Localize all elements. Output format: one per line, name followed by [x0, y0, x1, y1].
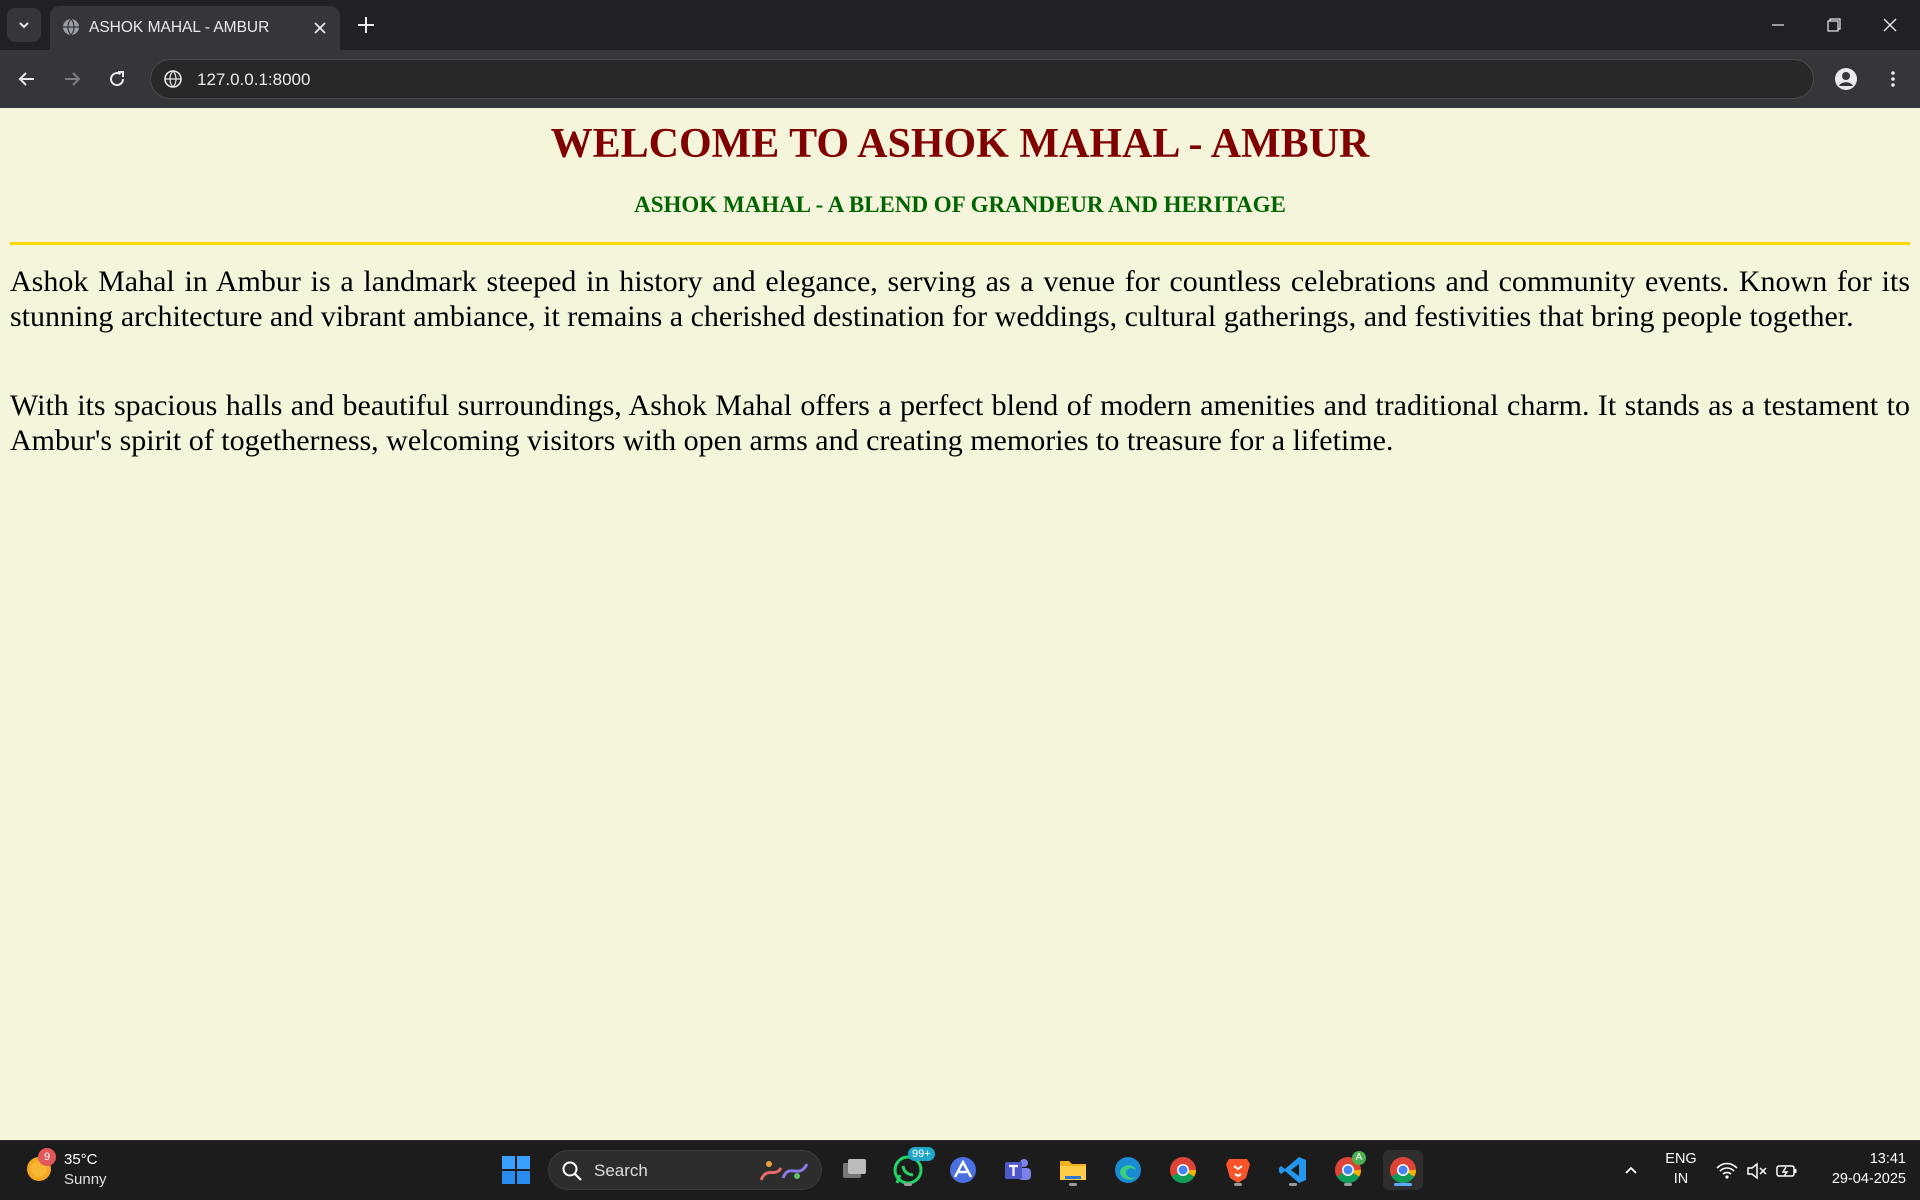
start-button[interactable]	[496, 1150, 536, 1190]
language-region: IN	[1673, 1171, 1689, 1187]
arc-app-icon	[950, 1157, 976, 1183]
vscode-icon	[1279, 1157, 1306, 1183]
details-paragraph: With its spacious halls and beautiful su…	[10, 389, 1910, 457]
brave-icon	[1226, 1159, 1250, 1183]
folder-icon	[1060, 1161, 1086, 1180]
search-highlight-icon	[759, 1161, 809, 1181]
taskbar-search[interactable]: Search	[548, 1150, 822, 1190]
page-subheading: ASHOK MAHAL - A BLEND OF GRANDEUR AND HE…	[634, 192, 1286, 217]
arrow-left-icon	[18, 72, 34, 86]
forward-button[interactable]	[56, 63, 88, 95]
browser-menu-button[interactable]	[1877, 63, 1909, 95]
vscode-button[interactable]	[1273, 1150, 1313, 1190]
running-indicator	[1344, 1183, 1352, 1186]
new-tab-icon[interactable]	[354, 13, 378, 37]
restore-button[interactable]	[1806, 0, 1862, 50]
chrome-active-button[interactable]	[1383, 1150, 1423, 1190]
running-indicator	[1289, 1183, 1297, 1186]
teams-button[interactable]	[998, 1150, 1038, 1190]
language-code: ENG	[1665, 1151, 1697, 1167]
active-indicator	[1394, 1183, 1412, 1186]
file-explorer-button[interactable]	[1053, 1150, 1093, 1190]
globe-icon	[63, 18, 79, 36]
web-page: WELCOME TO ASHOK MAHAL - AMBUR ASHOK MAH…	[0, 108, 1920, 1140]
search-icon	[562, 1161, 582, 1181]
windows-start-icon	[502, 1156, 530, 1184]
close-icon	[1883, 18, 1897, 32]
edge-icon	[1115, 1157, 1141, 1183]
browser-tab-bar: ASHOK MAHAL - AMBUR	[0, 0, 1920, 50]
address-bar[interactable]: 127.0.0.1:8000	[150, 59, 1814, 99]
minimize-icon	[1772, 24, 1784, 26]
tab-search-button[interactable]	[7, 8, 41, 42]
weather-alert-badge: 9	[38, 1148, 56, 1166]
reload-icon	[110, 71, 125, 87]
chevron-up-icon	[1625, 1166, 1637, 1174]
restore-icon	[1827, 18, 1841, 32]
page-heading: WELCOME TO ASHOK MAHAL - AMBUR	[550, 121, 1370, 167]
arc-app-button[interactable]	[943, 1150, 983, 1190]
running-indicator	[904, 1183, 912, 1186]
close-window-button[interactable]	[1862, 0, 1918, 50]
search-label: Search	[594, 1161, 648, 1180]
close-icon[interactable]	[310, 18, 330, 38]
weather-condition: Sunny	[64, 1171, 107, 1188]
profile-badge: A	[1352, 1151, 1366, 1165]
volume-muted-icon	[1747, 1162, 1767, 1180]
chrome-button[interactable]	[1163, 1150, 1203, 1190]
minimize-button[interactable]	[1750, 0, 1806, 50]
notification-badge: 99+	[908, 1147, 935, 1161]
profile-button[interactable]	[1830, 63, 1862, 95]
divider	[10, 242, 1910, 245]
chrome-icon	[1390, 1157, 1417, 1184]
browser-toolbar: 127.0.0.1:8000	[0, 50, 1920, 108]
back-button[interactable]	[11, 63, 43, 95]
show-hidden-icons-button[interactable]	[1613, 1150, 1649, 1190]
site-info-icon[interactable]	[163, 69, 183, 89]
arrow-right-icon	[65, 72, 81, 86]
clock-time: 13:41	[1869, 1151, 1906, 1167]
battery-charging-icon	[1776, 1165, 1797, 1177]
teams-icon	[1005, 1159, 1031, 1180]
whatsapp-button[interactable]: 99+	[888, 1147, 935, 1190]
task-view-icon	[843, 1159, 866, 1178]
browser-tab[interactable]: ASHOK MAHAL - AMBUR	[50, 6, 340, 50]
profile-icon	[1835, 68, 1857, 90]
more-vertical-icon	[1891, 71, 1895, 87]
reload-button[interactable]	[101, 63, 133, 95]
intro-paragraph: Ashok Mahal in Ambur is a landmark steep…	[10, 265, 1910, 333]
task-view-button[interactable]	[834, 1150, 874, 1190]
edge-button[interactable]	[1108, 1150, 1148, 1190]
chevron-down-icon	[19, 22, 29, 29]
running-indicator	[1234, 1183, 1242, 1186]
url-text: 127.0.0.1:8000	[197, 70, 311, 89]
clock-date: 29-04-2025	[1831, 1171, 1906, 1187]
running-indicator	[1069, 1183, 1077, 1186]
weather-temperature: 35°C	[64, 1151, 98, 1168]
wifi-icon	[1716, 1162, 1738, 1179]
brave-button[interactable]	[1218, 1150, 1258, 1190]
chrome-icon	[1170, 1157, 1197, 1184]
chrome-profile-button[interactable]: A	[1328, 1150, 1368, 1190]
tab-title: ASHOK MAHAL - AMBUR	[89, 19, 270, 36]
windows-taskbar: 9 35°C Sunny Search 99+ A ENG IN 13:41 2…	[0, 1140, 1920, 1200]
